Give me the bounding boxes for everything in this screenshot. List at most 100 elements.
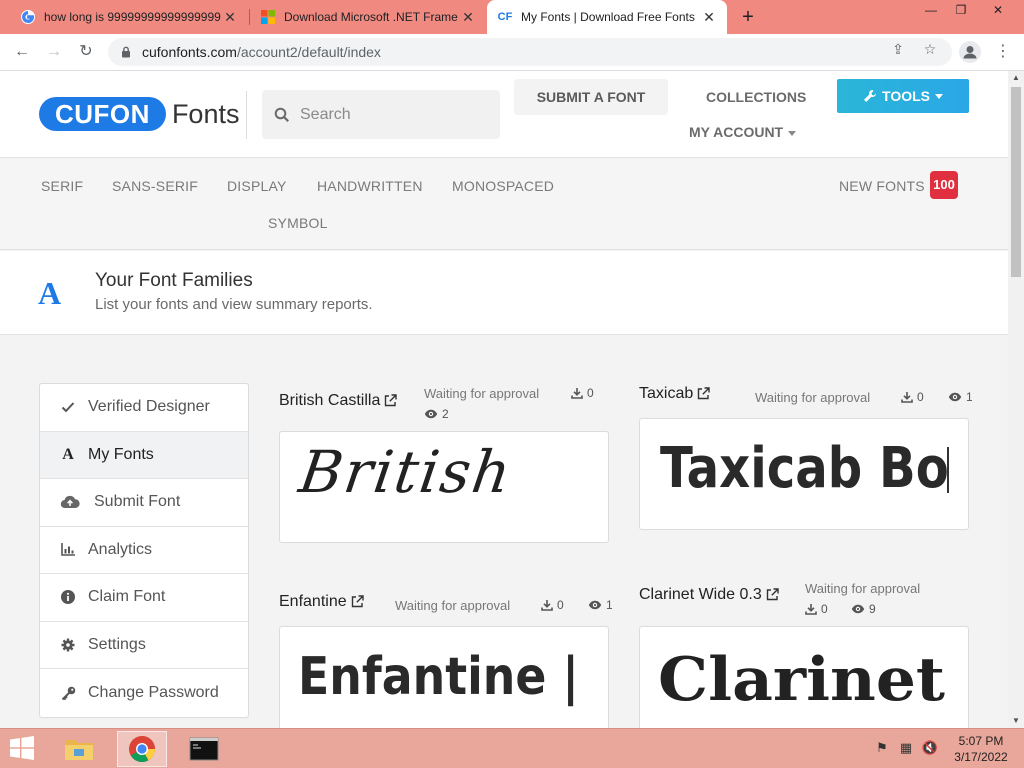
download-icon [571, 388, 583, 399]
font-name: British Castilla [279, 392, 381, 409]
forward-button[interactable]: → [42, 40, 66, 64]
eye-icon [588, 600, 602, 610]
submit-font-button[interactable]: SUBMIT A FONT [514, 79, 668, 115]
sidebar-item-analytics[interactable]: Analytics [40, 527, 248, 574]
windows-logo-icon [10, 736, 34, 760]
scroll-up-icon[interactable]: ▲ [1008, 71, 1024, 85]
clock-date: 3/17/2022 [954, 750, 1008, 764]
network-icon[interactable]: ▦ [897, 739, 915, 757]
browser-tab-cufon[interactable]: CF My Fonts | Download Free Fonts ✕ [487, 0, 727, 34]
page-scrollbar[interactable]: ▲ ▼ [1008, 71, 1024, 728]
browser-menu-icon[interactable]: ⋮ [995, 40, 1011, 64]
new-tab-button[interactable]: + [737, 4, 759, 30]
volume-muted-icon[interactable]: 🔇 [921, 739, 939, 757]
close-window-icon[interactable]: ✕ [980, 0, 1016, 20]
sidebar-item-verified-designer[interactable]: Verified Designer [40, 384, 248, 432]
sidebar-item-my-fonts[interactable]: A My Fonts [40, 431, 248, 479]
eye-icon [424, 409, 438, 419]
minimize-icon[interactable]: — [916, 0, 946, 20]
sidebar-item-change-password[interactable]: Change Password [40, 669, 248, 717]
browser-tab-microsoft[interactable]: Download Microsoft .NET Frame ✕ [250, 0, 486, 34]
back-button[interactable]: ← [10, 40, 34, 64]
category-monospaced[interactable]: MONOSPACED [452, 178, 554, 194]
search-icon [274, 107, 289, 122]
sidebar-item-label: Settings [88, 635, 146, 653]
sidebar-item-submit-font[interactable]: Submit Font [40, 479, 248, 527]
font-preview[interactable]: Taxicab Bo [639, 418, 969, 530]
sidebar-item-label: Submit Font [94, 493, 181, 511]
font-preview[interactable]: Clarinet [639, 626, 969, 728]
system-clock[interactable]: 5:07 PM 3/17/2022 [948, 733, 1014, 765]
taskbar-chrome[interactable] [117, 731, 167, 767]
start-button[interactable] [8, 736, 38, 762]
download-icon [805, 604, 817, 615]
close-tab-icon[interactable]: ✕ [222, 9, 238, 26]
profile-avatar[interactable] [959, 41, 981, 63]
sidebar-item-label: Verified Designer [88, 398, 210, 416]
logo-pill: CUFON [39, 97, 166, 131]
clock-time: 5:07 PM [958, 734, 1004, 748]
views-count: 2 [424, 407, 449, 421]
views-count: 1 [588, 598, 613, 612]
font-preview[interactable]: Enfantine | [279, 626, 609, 728]
terminal-icon [189, 737, 219, 761]
downloads-count: 0 [805, 602, 828, 616]
sidebar-item-settings[interactable]: Settings [40, 622, 248, 669]
downloads-count: 0 [571, 386, 594, 400]
font-name-link[interactable]: Enfantine [279, 593, 364, 611]
status-badge: Waiting for approval [395, 598, 511, 613]
logo-divider [246, 91, 247, 139]
sidebar-item-claim-font[interactable]: Claim Font [40, 574, 248, 622]
new-fonts-link[interactable]: NEW FONTS [839, 178, 925, 194]
tab-title: how long is 99999999999999999 [44, 10, 221, 24]
views-count: 9 [851, 602, 876, 616]
chevron-down-icon [934, 93, 943, 99]
taskbar-cmd[interactable] [179, 731, 229, 767]
google-icon [20, 9, 36, 25]
flag-notification-icon[interactable]: ⚑ [873, 739, 891, 757]
category-sans-serif[interactable]: SANS-SERIF [112, 178, 198, 194]
close-tab-icon[interactable]: ✕ [460, 9, 476, 26]
font-name-link[interactable]: Clarinet Wide 0.3 [639, 586, 779, 604]
search-input[interactable] [300, 105, 480, 124]
taskbar-file-explorer[interactable] [54, 731, 104, 767]
share-icon[interactable]: ⇪ [888, 39, 908, 59]
restore-icon[interactable]: ❐ [946, 0, 976, 20]
font-preview-text: Taxicab Bo [660, 436, 949, 501]
cufon-icon: CF [497, 11, 513, 23]
category-serif[interactable]: SERIF [41, 178, 83, 194]
category-symbol[interactable]: SYMBOL [268, 215, 328, 231]
font-name-link[interactable]: Taxicab [639, 385, 710, 403]
address-bar[interactable]: cufonfonts.com/account2/default/index [108, 38, 952, 66]
logo-word: Fonts [171, 98, 240, 129]
account-sidebar: Verified Designer A My Fonts Submit Font… [39, 383, 249, 718]
font-icon: A [62, 445, 74, 463]
new-fonts-count-badge: 100 [930, 171, 958, 199]
site-header: CUFON Fonts SUBMIT A FONT COLLECTIONS MY… [0, 71, 1008, 158]
status-badge: Waiting for approval [805, 581, 921, 596]
microsoft-icon [260, 9, 276, 25]
reload-button[interactable]: ↻ [74, 40, 98, 64]
my-account-dropdown[interactable]: MY ACCOUNT [689, 124, 797, 140]
eye-icon [948, 392, 962, 402]
category-display[interactable]: DISPLAY [227, 178, 287, 194]
sidebar-item-label: My Fonts [88, 445, 154, 463]
category-handwritten[interactable]: HANDWRITTEN [317, 178, 423, 194]
info-icon [60, 589, 76, 605]
bookmark-star-icon[interactable]: ☆ [920, 39, 940, 59]
collections-link[interactable]: COLLECTIONS [706, 89, 806, 105]
tools-button[interactable]: TOOLS [837, 79, 969, 113]
cloud-upload-icon [60, 494, 80, 510]
browser-tab-google[interactable]: how long is 99999999999999999 ✕ [10, 0, 248, 34]
font-preview[interactable]: British [279, 431, 609, 543]
font-name-link[interactable]: British Castilla [279, 392, 398, 410]
views-count: 1 [948, 390, 973, 404]
scroll-down-icon[interactable]: ▼ [1008, 714, 1024, 728]
close-tab-icon[interactable]: ✕ [701, 9, 717, 26]
sidebar-item-label: Change Password [88, 683, 219, 701]
site-search-box[interactable] [262, 90, 500, 139]
scrollbar-thumb[interactable] [1011, 87, 1021, 277]
site-logo[interactable]: CUFON Fonts [39, 97, 239, 131]
external-link-icon [385, 394, 398, 407]
sidebar-item-label: Claim Font [88, 588, 166, 606]
